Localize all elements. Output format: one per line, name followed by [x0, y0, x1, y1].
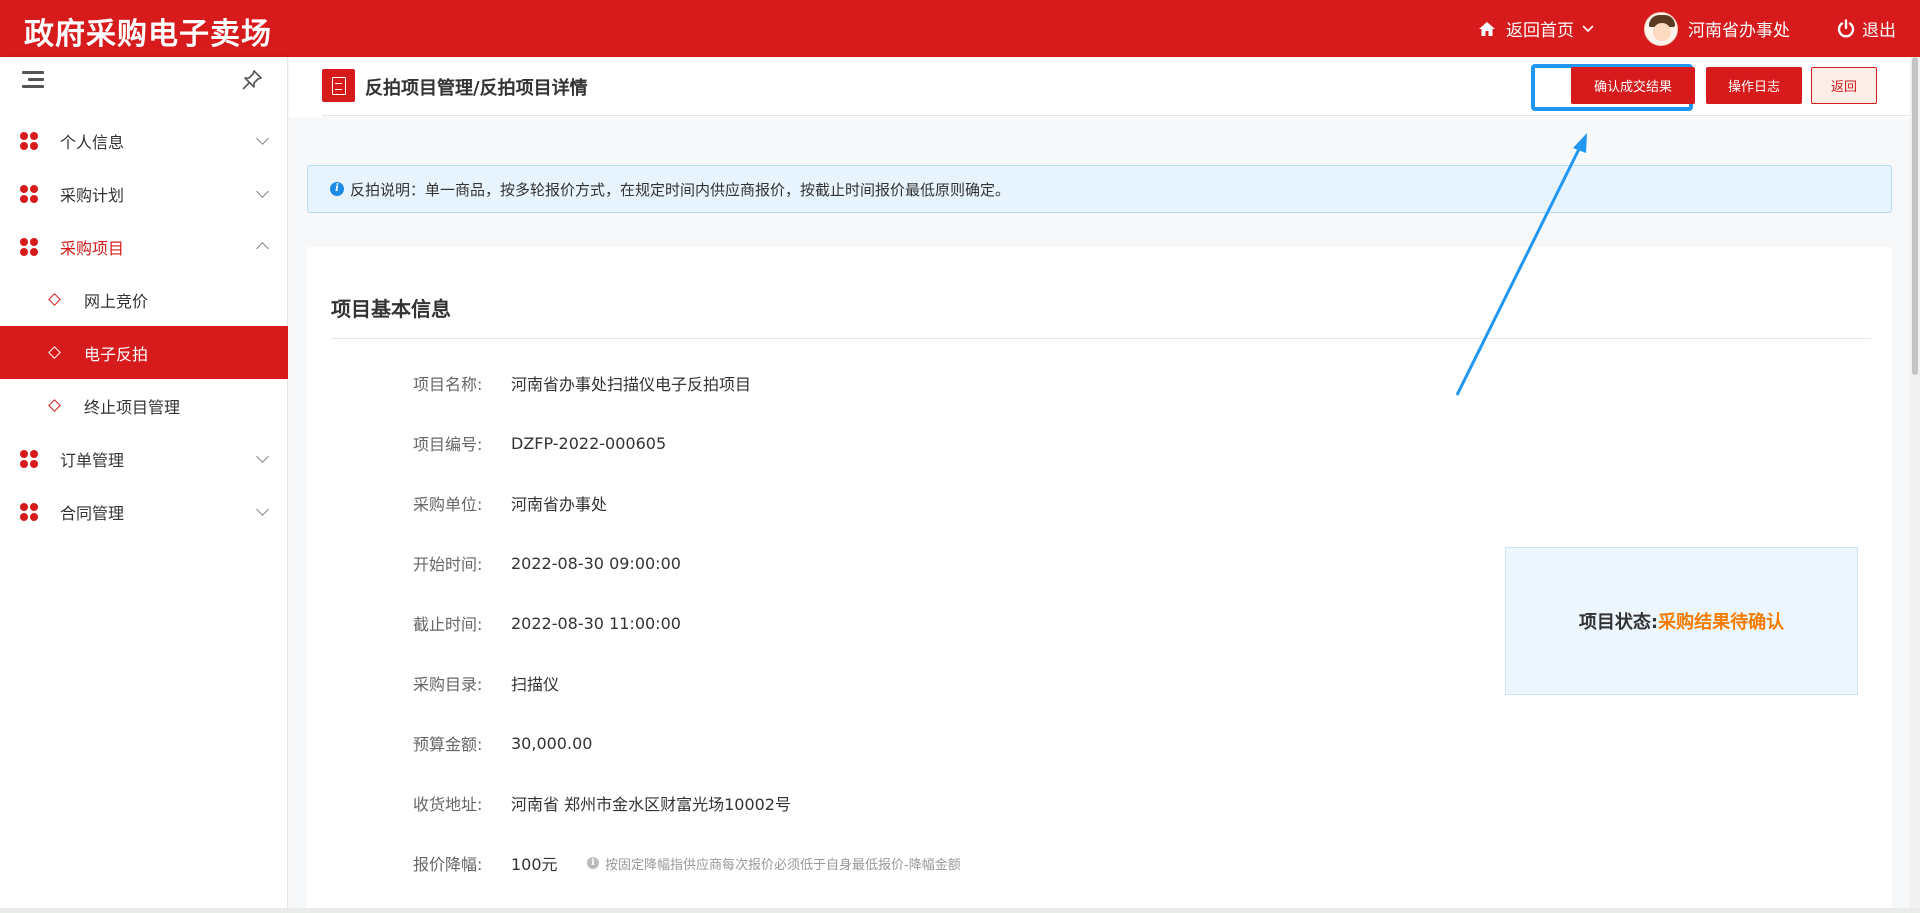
main-content: 反拍项目管理/反拍项目详情 确认成交结果 操作日志 返回 i 反拍说明：单一商品… — [289, 57, 1910, 913]
top-bar: 政府采购电子卖场 返回首页 河南省办事处 退出 — [0, 0, 1920, 57]
project-status-box: 项目状态: 采购结果待确认 — [1505, 547, 1858, 695]
page-scrollbar[interactable] — [1910, 57, 1920, 913]
sidebar-subitem-terminated-projects[interactable]: 终止项目管理 — [0, 379, 288, 432]
confirm-result-button[interactable]: 确认成交结果 — [1571, 67, 1695, 104]
page-header: 反拍项目管理/反拍项目详情 确认成交结果 操作日志 返回 — [289, 57, 1910, 117]
pin-icon[interactable] — [240, 69, 264, 93]
chevron-down-icon — [256, 185, 269, 198]
field-label: 报价降幅: — [413, 855, 483, 874]
breadcrumb: 反拍项目管理/反拍项目详情 — [365, 78, 588, 99]
status-label: 项目状态: — [1578, 612, 1659, 633]
field-label: 开始时间: — [413, 555, 483, 574]
diamond-icon — [48, 293, 61, 306]
diamond-icon — [48, 346, 61, 359]
operation-log-button[interactable]: 操作日志 — [1706, 67, 1802, 104]
user-name: 河南省办事处 — [1688, 21, 1790, 41]
field-label: 项目名称: — [413, 375, 483, 394]
field-label: 采购目录: — [413, 675, 483, 694]
field-label: 截止时间: — [413, 615, 483, 634]
sidebar-item-label: 个人信息 — [60, 132, 125, 152]
hint-text: 按固定降幅指供应商每次报价必须低于自身最低报价-降幅金额 — [605, 857, 961, 873]
field-value: 2022-08-30 09:00:00 — [511, 553, 681, 573]
sidebar-toolbar — [0, 57, 288, 105]
sidebar-subitem-label: 网上竞价 — [84, 291, 149, 311]
field-value: DZFP-2022-000605 — [511, 433, 667, 453]
sidebar-subitem-label: 终止项目管理 — [84, 397, 181, 417]
sidebar-item-order-management[interactable]: 订单管理 — [0, 432, 288, 485]
info-icon: i — [330, 182, 344, 196]
field-value: 扫描仪 — [511, 675, 560, 694]
flower-icon — [20, 185, 38, 203]
field-value: 100元 — [511, 855, 558, 874]
sidebar-item-label: 采购项目 — [60, 238, 125, 258]
chevron-down-icon — [256, 450, 269, 463]
logout-button[interactable]: 退出 — [1836, 0, 1896, 57]
sidebar-item-label: 订单管理 — [60, 450, 125, 470]
status-value: 采购结果待确认 — [1658, 612, 1785, 633]
home-icon — [1479, 21, 1495, 36]
sidebar: 个人信息 采购计划 采购项目 网上竞价 电子反拍 终止项目管理 订单管理 合同管… — [0, 57, 288, 913]
flower-icon — [20, 132, 38, 150]
sidebar-item-label: 采购计划 — [60, 185, 125, 205]
field-label: 预算金额: — [413, 735, 483, 754]
flower-icon — [20, 503, 38, 521]
info-icon: i — [587, 857, 599, 869]
back-button[interactable]: 返回 — [1811, 67, 1877, 104]
flower-icon — [20, 450, 38, 468]
user-menu[interactable]: 河南省办事处 — [1644, 0, 1790, 57]
field-label: 项目编号: — [413, 435, 483, 454]
sidebar-item-contract-management[interactable]: 合同管理 — [0, 485, 288, 538]
sidebar-subitem-online-bidding[interactable]: 网上竞价 — [0, 273, 288, 326]
sidebar-subitem-label: 电子反拍 — [84, 344, 149, 364]
field-label: 收货地址: — [413, 795, 483, 814]
sidebar-item-procurement-project[interactable]: 采购项目 — [0, 220, 288, 273]
flower-icon — [20, 238, 38, 256]
field-hint: i 按固定降幅指供应商每次报价必须低于自身最低报价-降幅金额 — [587, 854, 961, 873]
divider — [331, 338, 1871, 339]
chevron-down-icon — [256, 503, 269, 516]
brand-title: 政府采购电子卖场 — [24, 17, 272, 52]
field-value: 河南省 郑州市金水区财富光场10002号 — [511, 795, 791, 814]
chevron-down-icon — [1582, 24, 1594, 32]
sidebar-item-personal-info[interactable]: 个人信息 — [0, 114, 288, 167]
scrollbar-thumb[interactable] — [1912, 57, 1918, 375]
field-value: 30,000.00 — [511, 733, 593, 753]
chevron-down-icon — [256, 132, 269, 145]
sidebar-subitem-reverse-auction[interactable]: 电子反拍 — [0, 326, 288, 379]
home-label: 返回首页 — [1506, 21, 1574, 41]
field-value: 河南省办事处 — [511, 495, 608, 514]
field-value: 河南省办事处扫描仪电子反拍项目 — [511, 375, 752, 394]
field-value: 2022-08-30 11:00:00 — [511, 613, 681, 633]
divider — [322, 115, 1910, 116]
avatar — [1644, 11, 1678, 46]
collapse-menu-icon[interactable] — [22, 70, 44, 90]
home-menu[interactable]: 返回首页 — [1478, 0, 1594, 57]
notice-text: 反拍说明：单一商品，按多轮报价方式，在规定时间内供应商报价，按截止时间报价最低原… — [350, 180, 1011, 199]
notice-banner: i 反拍说明：单一商品，按多轮报价方式，在规定时间内供应商报价，按截止时间报价最… — [307, 165, 1892, 213]
bottom-strip — [0, 908, 1920, 913]
diamond-icon — [48, 399, 61, 412]
power-icon — [1837, 18, 1855, 37]
logout-label: 退出 — [1862, 21, 1896, 41]
section-title: 项目基本信息 — [331, 297, 451, 321]
document-icon — [322, 69, 355, 102]
chevron-up-icon — [256, 242, 269, 255]
sidebar-item-label: 合同管理 — [60, 503, 125, 523]
project-info-card: 项目基本信息 项目名称: 河南省办事处扫描仪电子反拍项目 项目编号: DZFP-… — [307, 247, 1892, 913]
field-label: 采购单位: — [413, 495, 483, 514]
sidebar-item-procurement-plan[interactable]: 采购计划 — [0, 167, 288, 220]
